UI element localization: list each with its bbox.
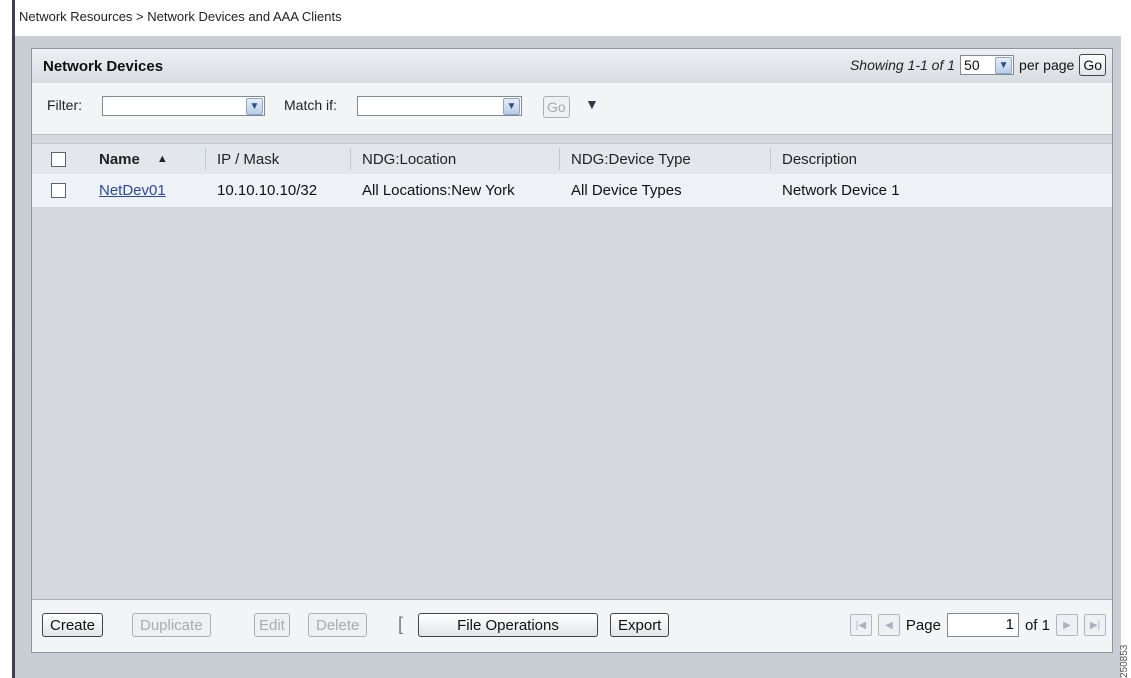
column-ndg-device-type[interactable]: NDG:Device Type — [571, 144, 691, 174]
showing-count: Showing 1-1 of 1 — [849, 57, 956, 73]
chevron-down-icon: ▼ — [503, 97, 520, 115]
column-description[interactable]: Description — [782, 144, 857, 174]
file-operations-button[interactable]: File Operations — [418, 613, 598, 637]
filter-select[interactable]: ▼ — [102, 96, 265, 116]
device-name-link[interactable]: NetDev01 — [99, 182, 166, 199]
per-page-go-button[interactable]: Go — [1079, 54, 1106, 76]
network-devices-panel: Network Devices Showing 1-1 of 1 50 ▼ pe… — [31, 48, 1113, 653]
cell-description: Network Device 1 — [782, 182, 900, 199]
per-page-select[interactable]: 50 ▼ — [960, 55, 1015, 75]
first-page-icon[interactable]: |◀ — [849, 614, 872, 636]
per-page-label: per page — [1019, 57, 1075, 73]
create-button[interactable]: Create — [42, 613, 104, 637]
match-if-select[interactable]: ▼ — [357, 96, 522, 116]
panel-title: Network Devices — [43, 58, 164, 75]
page-number-input[interactable]: 1 — [946, 613, 1019, 637]
last-page-icon[interactable]: ▶| — [1084, 614, 1106, 636]
per-page-value: 50 — [964, 57, 980, 73]
action-bar: Create Duplicate Edit Delete [ File Oper… — [32, 599, 1112, 652]
select-all-checkbox[interactable] — [51, 144, 66, 174]
cell-ndg-device-type: All Device Types — [571, 182, 682, 199]
pagination: |◀ ◀ Page 1 of 1 ▶ ▶| — [849, 613, 1106, 637]
filter-label: Filter: — [47, 97, 82, 113]
paging-info: Showing 1-1 of 1 50 ▼ per page Go — [850, 54, 1106, 76]
sort-ascending-icon: ▲ — [156, 153, 168, 165]
cell-ip-mask: 10.10.10.10/32 — [217, 182, 318, 199]
filter-go-button[interactable]: Go — [543, 96, 570, 118]
cell-ndg-location: All Locations:New York — [362, 182, 515, 199]
export-button[interactable]: Export — [610, 613, 670, 637]
devices-table: Name ▲ IP / Mask NDG:Location NDG:Device… — [32, 135, 1112, 600]
toolbar-separator: [ — [398, 614, 404, 634]
chevron-down-icon: ▼ — [246, 97, 263, 115]
splitter-handle[interactable]: · · · — [13, 328, 16, 350]
row-checkbox[interactable] — [51, 174, 66, 207]
app-window: Network Resources > Network Devices and … — [12, 0, 1121, 678]
next-page-icon[interactable]: ▶ — [1056, 614, 1078, 636]
triangle-down-icon[interactable]: ▼ — [585, 96, 599, 112]
column-name[interactable]: Name ▲ — [99, 144, 168, 174]
table-header: Name ▲ IP / Mask NDG:Location NDG:Device… — [32, 143, 1112, 175]
figure-id-stamp: 250853 — [1119, 644, 1130, 678]
page-of-label: of 1 — [1024, 616, 1050, 634]
duplicate-button[interactable]: Duplicate — [132, 613, 211, 637]
breadcrumb: Network Resources > Network Devices and … — [15, 0, 1121, 36]
column-ip-mask[interactable]: IP / Mask — [217, 144, 279, 174]
match-if-label: Match if: — [284, 97, 337, 113]
page-label: Page — [905, 616, 941, 634]
delete-button[interactable]: Delete — [308, 613, 368, 637]
edit-button[interactable]: Edit — [254, 613, 290, 637]
panel-header: Network Devices Showing 1-1 of 1 50 ▼ pe… — [32, 49, 1112, 84]
chevron-down-icon: ▼ — [995, 56, 1013, 74]
column-ndg-location[interactable]: NDG:Location — [362, 144, 456, 174]
filter-bar: Filter: ▼ Match if: ▼ Go ▼ — [32, 83, 1112, 135]
prev-page-icon[interactable]: ◀ — [877, 614, 900, 636]
table-row[interactable]: NetDev01 10.10.10.10/32 All Locations:Ne… — [32, 174, 1112, 207]
